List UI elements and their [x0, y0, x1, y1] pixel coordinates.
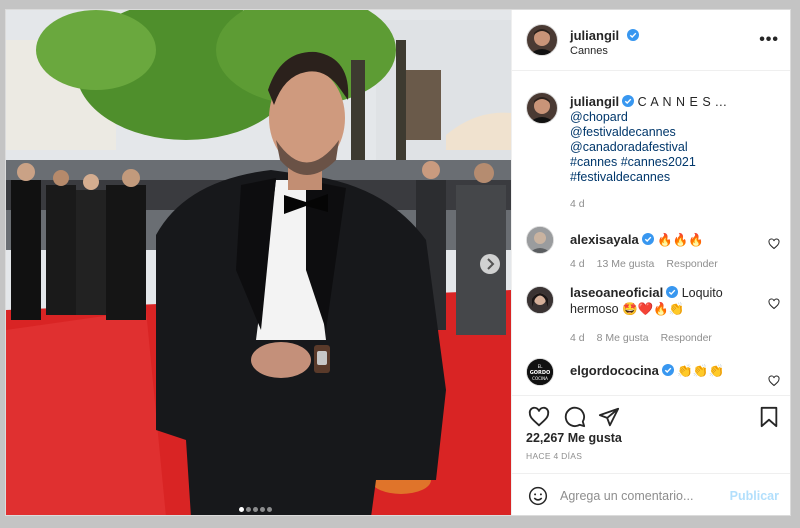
post-actions: [512, 395, 790, 436]
post-header: juliangil Cannes •••: [512, 10, 790, 71]
comment-like-icon[interactable]: [768, 375, 780, 387]
avatar-image: [529, 29, 555, 55]
commenter-username[interactable]: alexisayala: [570, 232, 639, 247]
caption-tag[interactable]: @festivaldecannes: [570, 125, 780, 140]
verified-badge-icon: [661, 364, 674, 376]
verified-badge-icon: [641, 233, 654, 245]
avatar-image: [529, 97, 555, 123]
photo-illustration: [6, 10, 511, 515]
post-photo[interactable]: [6, 10, 511, 515]
add-comment-bar: Agrega un comentario... Publicar: [512, 473, 790, 515]
caption-tag[interactable]: #festivaldecannes: [570, 170, 780, 185]
author-avatar[interactable]: [526, 24, 558, 56]
verified-badge-icon: [626, 29, 639, 41]
comment-like-icon[interactable]: [768, 298, 780, 310]
commenter-avatar[interactable]: [526, 286, 554, 314]
author-username[interactable]: juliangil: [570, 28, 619, 43]
avatar-image: [527, 287, 553, 313]
author-row: juliangil: [570, 27, 639, 45]
verified-badge-icon: [666, 286, 679, 298]
caption-tag[interactable]: @canadoradafestival: [570, 140, 780, 155]
reply-button[interactable]: Responder: [666, 258, 717, 270]
comment-text: 🔥🔥🔥: [657, 233, 704, 247]
svg-text:EL: EL: [538, 364, 544, 369]
comment-text: 👏👏👏: [677, 364, 725, 378]
post-caption: juliangil C A N N E S ... @chopard @fest…: [570, 94, 780, 212]
caption-avatar[interactable]: [526, 92, 558, 124]
comment-likes[interactable]: 13 Me gusta: [597, 258, 655, 270]
carousel-dot: [253, 507, 258, 512]
comment-body: alexisayala 🔥🔥🔥: [570, 232, 760, 248]
publish-button[interactable]: Publicar: [730, 489, 779, 503]
likes-count[interactable]: 22,267 Me gusta: [526, 431, 622, 445]
carousel-indicator: [239, 499, 274, 515]
share-paper-plane-icon[interactable]: [598, 406, 620, 428]
comment-time: 4 d: [570, 332, 585, 344]
caption-username[interactable]: juliangil: [570, 94, 619, 109]
comment-time: 4 d: [570, 258, 585, 270]
commenter-username[interactable]: elgordococina: [570, 363, 659, 378]
post-location[interactable]: Cannes: [570, 45, 608, 57]
carousel-dot: [260, 507, 265, 512]
comment-body: laseoaneoficial Loquito hermoso 🤩❤️🔥👏: [570, 285, 760, 317]
emoji-smiley-icon[interactable]: [528, 486, 548, 506]
comment-likes[interactable]: 8 Me gusta: [597, 332, 649, 344]
caption-time: 4 d: [570, 198, 585, 210]
comment-input[interactable]: Agrega un comentario...: [560, 489, 693, 503]
comment-bubble-icon[interactable]: [564, 406, 586, 428]
comment-meta: 4 d 13 Me gusta Responder: [570, 258, 730, 270]
post-age: HACE 4 DÍAS: [526, 451, 583, 461]
carousel-dot: [267, 507, 272, 512]
next-photo-button[interactable]: [480, 254, 500, 274]
comment-meta: 4 d 8 Me gusta Responder: [570, 332, 724, 344]
post-window: juliangil Cannes ••• juliangil C A N N E…: [5, 9, 791, 516]
comment-like-icon[interactable]: [768, 238, 780, 250]
avatar-image: [527, 227, 553, 253]
el-gordo-cocina-logo: ELGORDOCOCINA: [527, 359, 553, 385]
commenter-username[interactable]: laseoaneoficial: [570, 285, 663, 300]
save-bookmark-icon[interactable]: [759, 406, 779, 428]
like-heart-icon[interactable]: [528, 406, 550, 428]
verified-badge-icon: [622, 95, 635, 107]
caption-text: C A N N E S ...: [637, 95, 728, 109]
post-sidebar: juliangil Cannes ••• juliangil C A N N E…: [511, 10, 790, 515]
more-options-button[interactable]: •••: [759, 31, 779, 49]
comment-body: elgordococina 👏👏👏: [570, 363, 760, 379]
caption-tag[interactable]: @chopard: [570, 110, 780, 125]
carousel-dot: [239, 507, 244, 512]
reply-button[interactable]: Responder: [661, 332, 712, 344]
commenter-avatar[interactable]: [526, 226, 554, 254]
caption-tag[interactable]: #cannes #cannes2021: [570, 155, 780, 170]
commenter-avatar[interactable]: EL GORDO COCINA: [526, 358, 554, 386]
carousel-dot: [246, 507, 251, 512]
chevron-right-icon: [487, 258, 495, 270]
svg-text:COCINA: COCINA: [532, 376, 548, 381]
